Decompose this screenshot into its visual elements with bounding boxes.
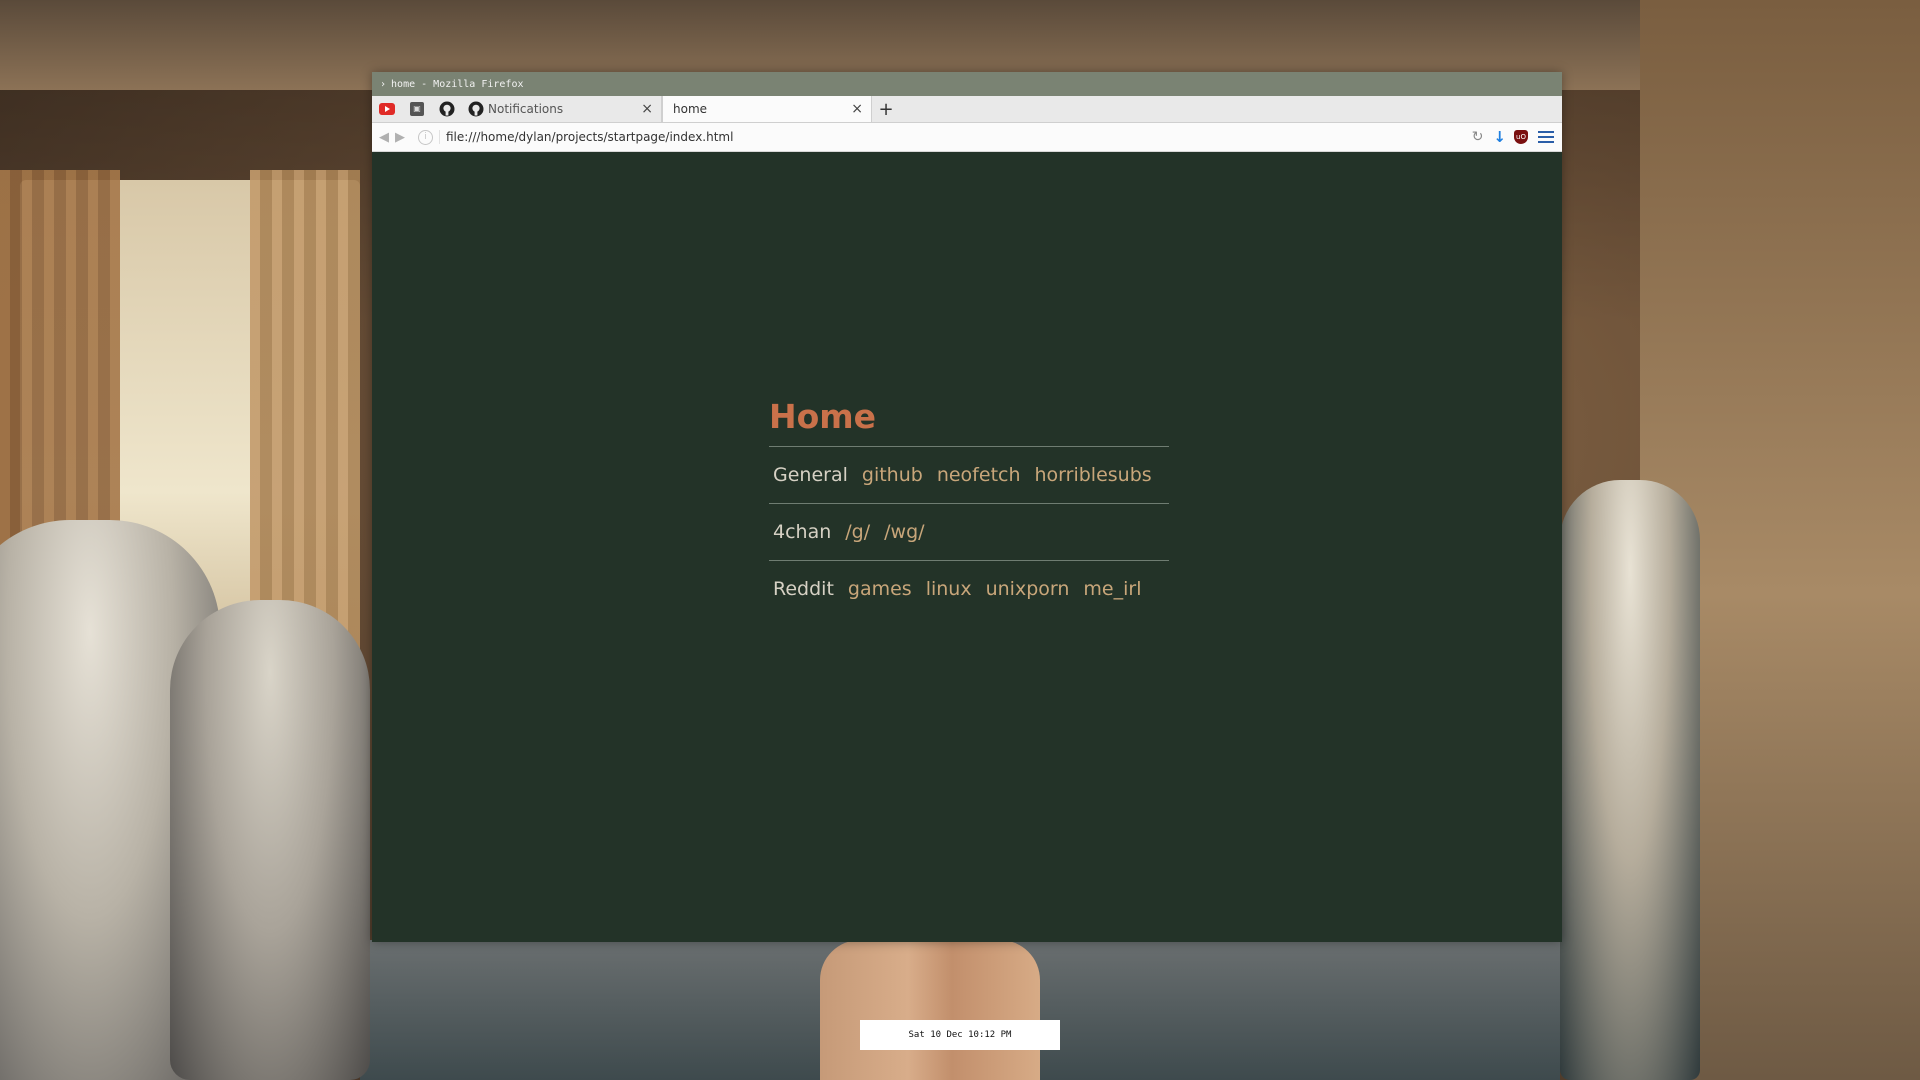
app-icon: ▣ [410,102,424,116]
chevron-right-icon: › [380,78,387,90]
wallpaper-seat [170,600,370,1080]
github-icon [439,101,455,117]
forward-arrow-icon[interactable]: ▶ [392,130,408,145]
link-games[interactable]: games [848,578,912,600]
tab-bar: ▣ Notifications × home × + [372,96,1562,123]
browser-window: › home - Mozilla Firefox ▣ Notifications… [372,72,1562,942]
category-label: 4chan [773,521,832,543]
window-titlebar[interactable]: › home - Mozilla Firefox [372,72,1562,96]
github-icon [468,101,484,117]
category-label: Reddit [773,578,834,600]
link-neofetch[interactable]: neofetch [937,464,1021,486]
wallpaper-legs [820,940,1040,1080]
info-icon[interactable]: i [418,129,433,145]
link-wg[interactable]: /wg/ [884,521,924,543]
link-g[interactable]: /g/ [845,521,870,543]
page-title: Home [769,397,877,436]
download-icon[interactable]: ↓ [1493,128,1506,146]
link-linux[interactable]: linux [926,578,972,600]
wallpaper-seat [1560,480,1700,1080]
link-group-general: General github neofetch horriblesubs [769,446,1169,503]
link-unixporn[interactable]: unixporn [986,578,1070,600]
reload-icon[interactable]: ↻ [1472,129,1484,145]
link-group-reddit: Reddit games linux unixporn me_irl [769,560,1169,617]
clock-text: Sat 10 Dec 10:12 PM [908,1030,1012,1040]
ublock-icon[interactable]: uO [1514,130,1528,144]
link-github[interactable]: github [862,464,923,486]
tab-label: home [673,102,708,116]
tab-label: Notifications [488,102,564,116]
link-group-4chan: 4chan /g/ /wg/ [769,503,1169,560]
pinned-tab-youtube[interactable] [372,96,402,122]
link-horriblesubs[interactable]: horriblesubs [1035,464,1152,486]
url-bar[interactable]: file:///home/dylan/projects/startpage/in… [439,130,1462,144]
pinned-tab-github[interactable] [432,96,462,122]
youtube-icon [379,103,395,115]
hamburger-menu-icon[interactable] [1538,131,1554,143]
navigation-toolbar: ◀ ▶ i file:///home/dylan/projects/startp… [372,123,1562,152]
link-me-irl[interactable]: me_irl [1083,578,1141,600]
close-tab-icon[interactable]: × [851,101,863,117]
clock-widget: Sat 10 Dec 10:12 PM [860,1020,1060,1050]
back-arrow-icon[interactable]: ◀ [376,130,392,145]
window-title: home - Mozilla Firefox [391,78,524,90]
category-label: General [773,464,848,486]
page-content: Home General github neofetch horriblesub… [372,152,1562,942]
close-tab-icon[interactable]: × [641,101,653,117]
pinned-tab-app[interactable]: ▣ [402,96,432,122]
new-tab-button[interactable]: + [872,96,900,122]
tab-home[interactable]: home × [662,96,872,122]
startpage-panel: Home General github neofetch horriblesub… [769,397,1169,617]
tab-notifications[interactable]: Notifications × [462,96,662,122]
